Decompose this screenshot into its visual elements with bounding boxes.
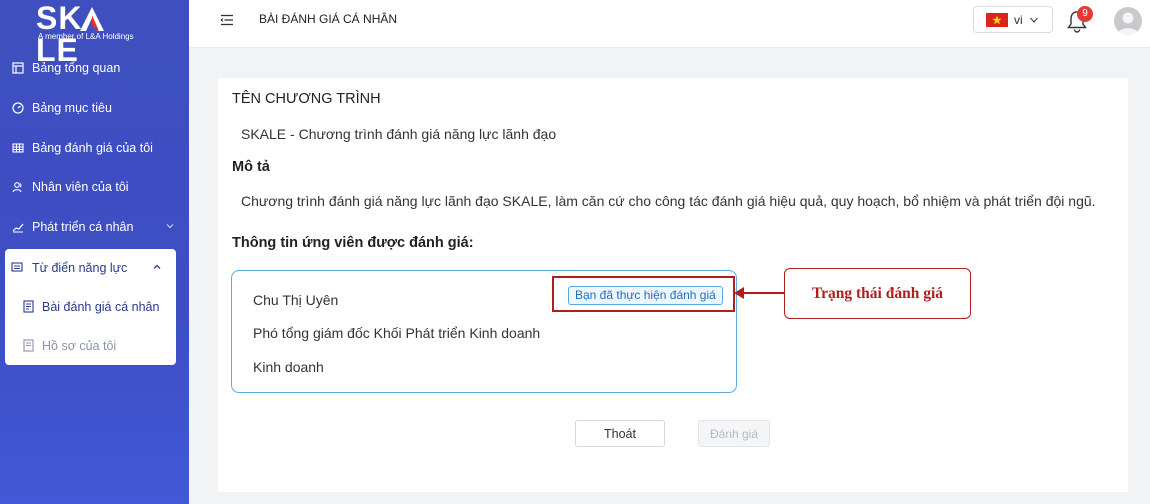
user-icon — [1117, 12, 1139, 35]
annotation-text: Trạng thái đánh giá — [811, 284, 944, 302]
sidebar-item-goals[interactable]: Bảng mục tiêu — [0, 89, 189, 127]
sidebar-item-personal-evaluation[interactable]: Bài đánh giá cá nhân — [5, 288, 176, 326]
candidate-info-box: Chu Thị Uyên Phó tổng giám đốc Khối Phát… — [231, 270, 737, 393]
notification-badge: 9 — [1077, 6, 1093, 22]
candidate-department: Kinh doanh — [253, 359, 324, 375]
candidate-name: Chu Thị Uyên — [253, 292, 339, 308]
sidebar-item-label: Bảng đánh giá của tôi — [32, 141, 153, 155]
evaluation-card: TÊN CHƯƠNG TRÌNH SKALE - Chương trình đá… — [218, 78, 1128, 492]
annotation-callout: Trạng thái đánh giá — [784, 268, 971, 319]
language-code: vi — [1014, 12, 1023, 27]
sidebar-item-my-profile[interactable]: Hồ sơ của tôi — [5, 327, 176, 365]
brand-a-mark-icon — [80, 7, 104, 31]
submenu-competency-dictionary: Từ điển năng lực Bài đánh giá cá nhân Hồ… — [5, 249, 176, 365]
sidebar-item-personal-development[interactable]: Phát triển cá nhân — [0, 208, 189, 246]
description-label: Mô tả — [232, 159, 270, 175]
status-highlight-frame: Bạn đã thực hiện đánh giá — [552, 276, 735, 312]
sidebar: SKLE A member of L&A Holdings Bảng tổng … — [0, 0, 189, 504]
top-header: BÀI ĐÁNH GIÁ CÁ NHÂN vi 9 — [189, 0, 1150, 48]
sidebar-group-competency-dictionary[interactable]: Từ điển năng lực — [5, 249, 176, 287]
chevron-down-icon — [1029, 17, 1038, 23]
exit-button[interactable]: Thoát — [575, 420, 665, 447]
sidebar-item-label: Bài đánh giá cá nhân — [42, 300, 160, 314]
book-icon — [11, 261, 25, 275]
brand-tagline: A member of L&A Holdings — [38, 32, 134, 41]
language-selector[interactable]: vi — [973, 6, 1053, 33]
program-name-value: SKALE - Chương trình đánh giá năng lực l… — [241, 126, 557, 142]
sidebar-item-dashboard[interactable]: Bảng tổng quan — [0, 49, 189, 87]
sidebar-item-label: Nhân viên của tôi — [32, 180, 129, 194]
brand-logo[interactable]: SKLE A member of L&A Holdings — [36, 2, 148, 66]
chevron-down-icon — [166, 224, 174, 229]
menu-toggle-icon[interactable] — [220, 13, 234, 27]
chevron-up-icon — [153, 264, 161, 269]
annotation-arrow-line — [738, 292, 784, 294]
sidebar-item-label: Phát triển cá nhân — [32, 220, 134, 234]
grid-icon — [11, 141, 25, 155]
sidebar-item-my-employees[interactable]: Nhân viên của tôi — [0, 168, 189, 206]
program-name-label: TÊN CHƯƠNG TRÌNH — [232, 91, 381, 107]
trend-icon — [11, 220, 25, 234]
candidate-info-label: Thông tin ứng viên được đánh giá: — [232, 235, 474, 251]
gauge-icon — [11, 101, 25, 115]
sidebar-item-label: Bảng mục tiêu — [32, 101, 112, 115]
sidebar-item-label: Hồ sơ của tôi — [42, 339, 117, 353]
vietnam-flag-icon — [986, 12, 1008, 27]
avatar[interactable] — [1114, 7, 1142, 35]
document-icon — [23, 300, 35, 314]
sidebar-group-label: Từ điển năng lực — [32, 261, 128, 275]
page-title: BÀI ĐÁNH GIÁ CÁ NHÂN — [259, 12, 398, 26]
sidebar-item-my-evaluations[interactable]: Bảng đánh giá của tôi — [0, 129, 189, 167]
profile-document-icon — [23, 339, 35, 353]
sidebar-item-label: Bảng tổng quan — [32, 61, 121, 75]
candidate-position: Phó tổng giám đốc Khối Phát triển Kinh d… — [253, 325, 541, 341]
status-badge: Bạn đã thực hiện đánh giá — [568, 286, 723, 305]
evaluate-button[interactable]: Đánh giá — [698, 420, 770, 447]
description-value: Chương trình đánh giá năng lực lãnh đạo … — [241, 193, 1096, 209]
users-icon — [11, 180, 25, 194]
dashboard-icon — [11, 61, 25, 75]
